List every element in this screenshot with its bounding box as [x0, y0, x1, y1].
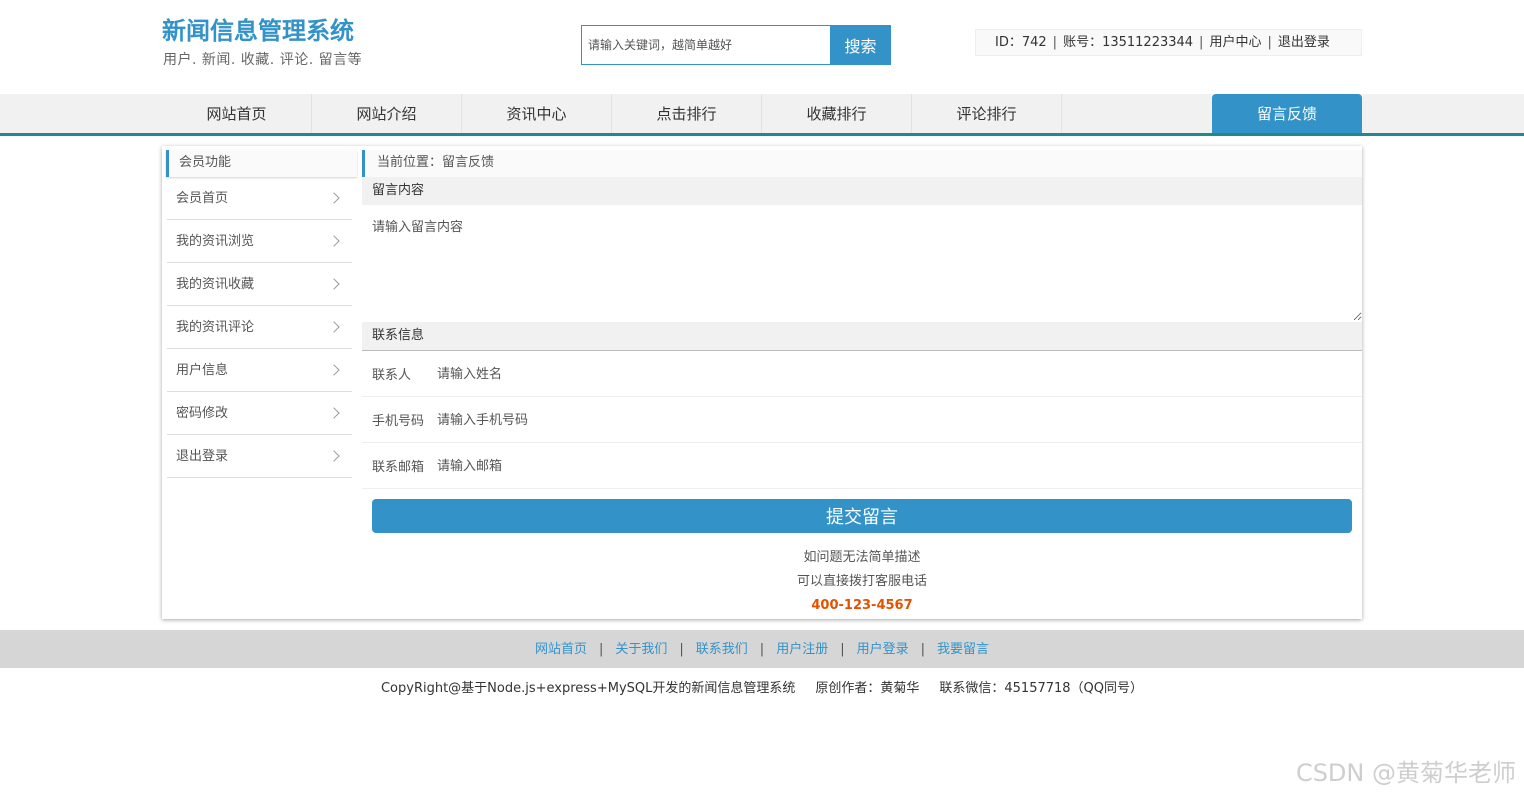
separator: | — [759, 642, 765, 657]
sidebar-item-browse-history[interactable]: 我的资讯浏览 — [167, 220, 352, 263]
chevron-right-icon — [328, 450, 340, 462]
sidebar-item-label: 会员首页 — [176, 191, 229, 206]
separator: | — [679, 642, 684, 657]
contact-name-input[interactable] — [432, 363, 1342, 385]
sidebar-menu: 会员首页 我的资讯浏览 我的资讯收藏 我的资讯评论 用户信息 密码修改 退出登录 — [167, 177, 352, 478]
user-account: 账号：13511223344 — [1063, 35, 1194, 50]
phone-row: 手机号码 — [362, 397, 1362, 443]
separator: | — [920, 642, 925, 657]
search-button[interactable]: 搜索 — [830, 25, 891, 65]
separator: | — [840, 642, 845, 657]
footer-link-about[interactable]: 关于我们 — [615, 642, 667, 657]
phone-input[interactable] — [432, 409, 1342, 431]
user-id: ID：742 — [995, 35, 1047, 50]
nav-items: 网站首页 网站介绍 资讯中心 点击排行 收藏排行 评论排行 留言反馈 — [162, 94, 1362, 133]
sidebar-item-label: 密码修改 — [176, 406, 229, 421]
chevron-right-icon — [328, 364, 340, 376]
sidebar-title: 会员功能 — [166, 150, 357, 177]
email-input[interactable] — [432, 455, 1342, 477]
nav-item-feedback[interactable]: 留言反馈 — [1212, 94, 1362, 133]
help-text-2: 可以直接拨打客服电话 — [796, 574, 927, 589]
breadcrumb: 当前位置：留言反馈 — [362, 150, 1362, 177]
chevron-right-icon — [328, 407, 340, 419]
help-phone-line: 400-123-4567 — [362, 597, 1362, 615]
separator: | — [598, 642, 604, 657]
site-subtitle: 用户. 新闻. 收藏. 评论. 留言等 — [163, 52, 363, 68]
contact-name-row: 联系人 — [362, 351, 1362, 397]
site-title: 新闻信息管理系统 — [162, 17, 354, 45]
sidebar-item-member-home[interactable]: 会员首页 — [167, 177, 352, 220]
service-phone: 400-123-4567 — [811, 598, 913, 613]
nav-item-news[interactable]: 资讯中心 — [462, 94, 612, 133]
nav-item-favorite-rank[interactable]: 收藏排行 — [762, 94, 912, 133]
watermark: CSDN @黄菊华老师 — [1295, 759, 1516, 787]
sidebar-item-logout[interactable]: 退出登录 — [167, 435, 352, 478]
chevron-right-icon — [328, 321, 340, 333]
sidebar-item-label: 用户信息 — [176, 363, 229, 378]
footer-nav: 网站首页 | 关于我们 | 联系我们 | 用户注册 | 用户登录 | 我要留言 — [0, 630, 1524, 668]
copyright: CopyRight@基于Node.js+express+MySQL开发的新闻信息… — [0, 680, 1524, 698]
nav-item-home[interactable]: 网站首页 — [162, 94, 312, 133]
footer-link-contact[interactable]: 联系我们 — [696, 642, 748, 657]
separator: | — [1267, 35, 1272, 50]
footer-link-register[interactable]: 用户注册 — [776, 642, 828, 657]
search-input[interactable] — [581, 25, 831, 65]
footer-link-login[interactable]: 用户登录 — [857, 642, 909, 657]
main-panel: 会员功能 会员首页 我的资讯浏览 我的资讯收藏 我的资讯评论 用户信息 密码修改… — [162, 146, 1362, 619]
user-center-link[interactable]: 用户中心 — [1209, 35, 1261, 50]
message-section-header: 留言内容 — [362, 177, 1362, 206]
chevron-right-icon — [328, 278, 340, 290]
separator: | — [1052, 35, 1058, 50]
sidebar-item-user-info[interactable]: 用户信息 — [167, 349, 352, 392]
header: 新闻信息管理系统 用户. 新闻. 收藏. 评论. 留言等 搜索 ID：742 | 账… — [0, 0, 1524, 94]
sidebar-item-label: 我的资讯浏览 — [176, 234, 255, 249]
separator: | — [1199, 35, 1204, 50]
nav-item-click-rank[interactable]: 点击排行 — [612, 94, 762, 133]
help-text-1: 如问题无法简单描述 — [803, 550, 921, 565]
copyright-text: CopyRight@基于Node.js+express+MySQL开发的新闻信息… — [380, 681, 796, 696]
message-textarea[interactable] — [362, 205, 1362, 321]
chevron-right-icon — [328, 192, 340, 204]
sidebar-item-favorites[interactable]: 我的资讯收藏 — [167, 263, 352, 306]
email-label: 联系邮箱 — [372, 460, 425, 475]
sidebar-item-label: 我的资讯收藏 — [176, 277, 255, 292]
footer-link-home[interactable]: 网站首页 — [535, 642, 587, 657]
phone-label: 手机号码 — [372, 414, 425, 429]
footer-link-feedback[interactable]: 我要留言 — [937, 642, 989, 657]
user-info-bar: ID：742 | 账号：13511223344 | 用户中心 | 退出登录 — [975, 29, 1362, 56]
contact-text: 联系微信：45157718（QQ同号） — [939, 681, 1144, 696]
sidebar-item-label: 退出登录 — [176, 449, 229, 464]
author-text: 原创作者：黄菊华 — [815, 681, 920, 696]
email-row: 联系邮箱 — [362, 443, 1362, 489]
nav-item-comment-rank[interactable]: 评论排行 — [912, 94, 1062, 133]
sidebar-item-label: 我的资讯评论 — [176, 320, 255, 335]
contact-name-label: 联系人 — [372, 368, 412, 383]
contact-section-header: 联系信息 — [362, 322, 1362, 351]
nav-item-about[interactable]: 网站介绍 — [312, 94, 462, 133]
logout-link[interactable]: 退出登录 — [1278, 35, 1330, 50]
sidebar-item-change-password[interactable]: 密码修改 — [167, 392, 352, 435]
sidebar-item-comments[interactable]: 我的资讯评论 — [167, 306, 352, 349]
chevron-right-icon — [328, 235, 340, 247]
submit-message-button[interactable]: 提交留言 — [372, 499, 1352, 533]
main-nav: 网站首页 网站介绍 资讯中心 点击排行 收藏排行 评论排行 留言反馈 — [0, 94, 1524, 136]
